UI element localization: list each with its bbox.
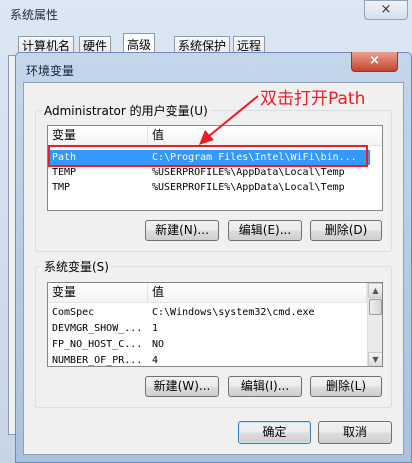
variable-value: 4 [152, 355, 159, 366]
column-header-value[interactable]: 值 [148, 126, 382, 145]
scroll-thumb[interactable] [369, 299, 382, 315]
system-variable-row-number-of-pr[interactable]: NUMBER_OF_PR... 4 [48, 353, 366, 366]
variable-value: NO [152, 339, 165, 350]
variable-name: DEVMGR_SHOW_... [52, 323, 143, 334]
annotation-text: 双击打开Path [260, 89, 366, 109]
system-variables-scrollbar[interactable]: ▲ ▼ [367, 283, 382, 366]
system-edit-button[interactable]: 编辑(I)... [228, 376, 302, 397]
system-properties-close-button[interactable]: × [364, 0, 408, 20]
user-delete-button[interactable]: 删除(D) [310, 220, 382, 241]
system-variables-header: 变量 值 [48, 283, 382, 303]
scroll-up-arrow-icon[interactable]: ▲ [368, 283, 382, 298]
user-edit-button[interactable]: 编辑(E)... [228, 220, 302, 241]
variable-name: TEMP [52, 167, 77, 178]
variable-name: TMP [52, 182, 71, 193]
path-highlight-box [48, 145, 368, 167]
system-new-button[interactable]: 新建(W)... [145, 376, 219, 397]
user-variable-row-tmp[interactable]: TMP %USERPROFILE%\AppData\Local\Temp [48, 180, 382, 195]
system-variables-group-title: 系统变量(S) [42, 258, 111, 275]
column-header-value[interactable]: 值 [148, 283, 367, 302]
variable-value: %USERPROFILE%\AppData\Local\Temp [152, 167, 345, 178]
column-header-variable[interactable]: 变量 [48, 283, 148, 302]
system-variable-row-fp-no-host[interactable]: FP_NO_HOST_C... NO [48, 337, 366, 352]
system-variables-list[interactable]: 变量 值 ComSpec C:\Windows\system32\cmd.exe… [47, 282, 383, 367]
variable-value: %USERPROFILE%\AppData\Local\Temp [152, 182, 345, 193]
scroll-down-arrow-icon[interactable]: ▼ [368, 352, 382, 366]
system-variable-row-devmgr[interactable]: DEVMGR_SHOW_... 1 [48, 321, 366, 336]
user-variables-group-title: Administrator 的用户变量(U) [42, 102, 210, 119]
variable-name: ComSpec [52, 307, 95, 318]
variable-name: FP_NO_HOST_C... [52, 339, 143, 350]
user-new-button[interactable]: 新建(N)... [145, 220, 219, 241]
variable-value: C:\Windows\system32\cmd.exe [152, 307, 315, 318]
variable-name: NUMBER_OF_PR... [52, 355, 143, 366]
system-delete-button[interactable]: 删除(L) [310, 376, 382, 397]
system-properties-title: 系统属性 [10, 8, 59, 22]
variable-value: 1 [152, 323, 159, 334]
system-variable-row-comspec[interactable]: ComSpec C:\Windows\system32\cmd.exe [48, 305, 366, 320]
dialog-title: 环境变量 [26, 64, 75, 78]
cancel-button[interactable]: 取消 [318, 421, 392, 444]
ok-button[interactable]: 确定 [238, 421, 311, 444]
user-variables-list[interactable]: 变量 值 Path C:\Program Files\Intel\WiFi\bi… [47, 125, 383, 211]
user-variables-header: 变量 值 [48, 126, 382, 146]
column-header-variable[interactable]: 变量 [48, 126, 148, 145]
user-variable-row-temp[interactable]: TEMP %USERPROFILE%\AppData\Local\Temp [48, 165, 382, 180]
dialog-close-button[interactable]: × [351, 52, 398, 72]
